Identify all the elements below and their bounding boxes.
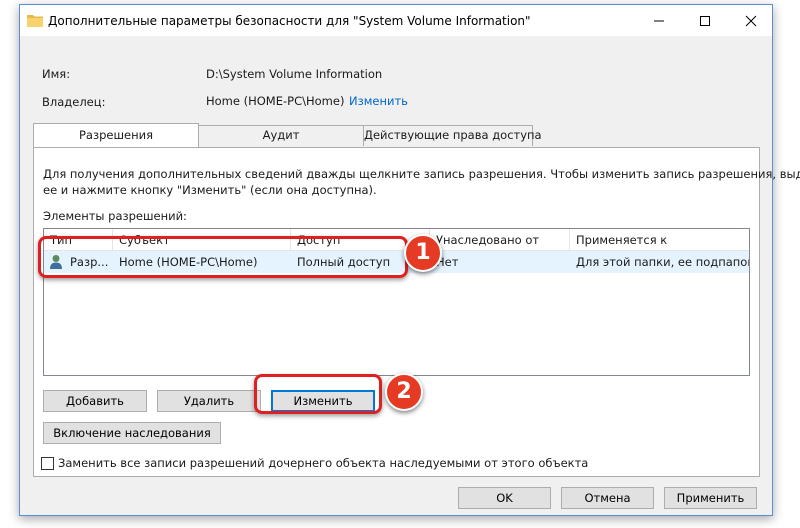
name-label: Имя: [42,67,71,81]
replace-child-permissions-label: Заменить все записи разрешений дочернего… [58,456,589,470]
highlight-edit-button [254,374,382,414]
column-applies-to[interactable]: Применяется к [570,229,749,251]
step-badge-2: 2 [385,373,423,411]
ok-button[interactable]: OK [458,487,551,509]
minimize-icon [654,20,664,21]
permissions-panel: Для получения дополнительных сведений дв… [33,147,800,477]
owner-value: Home (HOME-PC\Home) [206,94,345,108]
cell-applies-to: Для этой папки, ее подпапок ... [576,255,750,269]
owner-label: Владелец: [42,95,106,109]
window-title: Дополнительные параметры безопасности дл… [48,14,531,28]
description-line-2: ее и нажмите кнопку "Изменить" (если она… [43,183,377,197]
remove-button[interactable]: Удалить [157,390,261,412]
title-bar[interactable]: Дополнительные параметры безопасности дл… [20,5,772,36]
owner-change-link[interactable]: Изменить [349,94,408,108]
permission-entries-label: Элементы разрешений: [43,209,187,223]
maximize-icon [700,15,710,26]
cell-inherited-from: Нет [436,255,459,269]
enable-inheritance-button[interactable]: Включение наследования [43,422,221,444]
apply-button[interactable]: Применить [664,487,757,509]
column-inherited-from[interactable]: Унаследовано от [430,229,570,251]
description-line-1: Для получения дополнительных сведений дв… [43,167,800,181]
minimize-button[interactable] [636,5,682,36]
replace-child-permissions-checkbox[interactable] [41,457,54,470]
maximize-button[interactable] [682,5,728,36]
step-badge-1: 1 [404,234,442,272]
tab-effective-access[interactable]: Действующие права доступа [363,125,542,146]
highlight-permission-row [38,236,408,278]
folder-icon [27,15,43,27]
tab-permissions[interactable]: Разрешения [33,123,199,147]
add-button[interactable]: Добавить [43,390,147,412]
tab-audit[interactable]: Аудит [198,125,364,146]
close-button[interactable] [728,5,774,36]
close-icon [745,15,757,26]
cancel-button[interactable]: Отмена [561,487,654,509]
name-value: D:\System Volume Information [206,67,383,81]
